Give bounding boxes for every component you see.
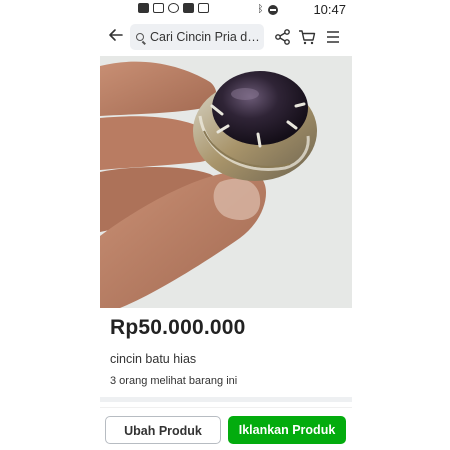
status-right-icons: ᛒ 10:47 — [257, 2, 346, 17]
video-icon — [138, 3, 149, 13]
search-icon — [136, 33, 144, 41]
message-icon — [153, 3, 164, 13]
cart-icon[interactable] — [298, 28, 316, 46]
search-input[interactable]: Cari Cincin Pria di... — [130, 24, 264, 50]
product-view-count: 3 orang melihat barang ini — [110, 375, 238, 387]
do-not-disturb-icon — [268, 4, 279, 15]
share-icon[interactable] — [274, 28, 292, 46]
section-divider — [100, 397, 352, 402]
search-query-text: Cari Cincin Pria di... — [150, 30, 260, 44]
top-app-bar: Cari Cincin Pria di... — [100, 20, 352, 54]
status-left-icons — [138, 3, 209, 13]
app-icon — [183, 3, 194, 13]
product-price: Rp50.000.000 — [110, 316, 246, 339]
menu-icon[interactable] — [324, 28, 342, 46]
chat-icon — [198, 3, 209, 13]
bottom-action-bar: Ubah Produk Iklankan Produk — [100, 407, 352, 450]
status-bar: ᛒ 10:47 — [100, 0, 352, 20]
status-time: 10:47 — [313, 2, 346, 17]
phone-screen: ᛒ 10:47 Cari Cincin Pria di... Rp50.000.… — [100, 0, 352, 450]
bluetooth-icon: ᛒ — [257, 4, 264, 15]
edit-product-button[interactable]: Ubah Produk — [105, 416, 221, 444]
product-name: cincin batu hias — [110, 352, 197, 366]
whatsapp-icon — [168, 3, 179, 13]
back-arrow-icon[interactable] — [106, 26, 126, 46]
product-photo[interactable] — [100, 56, 352, 308]
advertise-product-button[interactable]: Iklankan Produk — [228, 416, 346, 444]
